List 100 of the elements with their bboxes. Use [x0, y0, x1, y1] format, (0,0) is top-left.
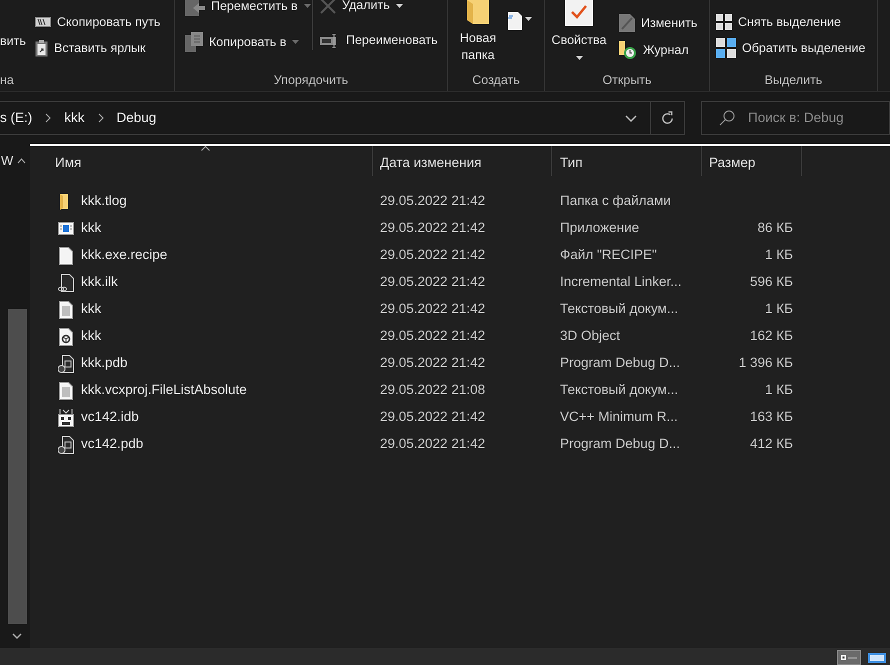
- ribbon-button[interactable]: Удалить: [320, 0, 438, 15]
- date-cell: 29.05.2022 21:42: [380, 301, 486, 316]
- size-cell-text: 1 КБ: [765, 246, 793, 264]
- group-label: Создать: [472, 72, 520, 89]
- column-header[interactable]: Тип: [552, 146, 702, 176]
- search-input[interactable]: Поиск в: Debug: [748, 108, 888, 128]
- close-icon: [320, 0, 336, 14]
- file-icon: [58, 246, 74, 264]
- group-label: Выделить: [764, 72, 822, 89]
- properties-button[interactable]: Свойства: [551, 0, 607, 70]
- type-cell: Текстовый докум...: [560, 301, 678, 316]
- file-name[interactable]: kkk: [81, 326, 102, 347]
- date-cell: 29.05.2022 21:42: [380, 409, 486, 424]
- date-cell: 29.05.2022 21:42: [380, 274, 486, 290]
- application-icon: [58, 220, 74, 238]
- size-cell-text: 1 396 КБ: [738, 354, 793, 372]
- type-cell: Program Debug D...: [560, 355, 680, 370]
- file-name[interactable]: kkk.vcxproj.FileListAbsolute: [81, 380, 247, 401]
- ribbon-button[interactable]: Переместить в: [185, 0, 312, 16]
- search-field[interactable]: Поиск в: Debug: [701, 101, 890, 135]
- size-cell-text: 162 КБ: [750, 327, 793, 346]
- grid-icon: [716, 38, 736, 58]
- chevron-right-icon: [98, 113, 104, 123]
- ribbon-button[interactable]: Копировать в: [185, 32, 312, 52]
- date-cell: 29.05.2022 21:08: [380, 382, 486, 398]
- ribbon-button[interactable]: Журнал: [619, 40, 698, 60]
- chevron-right-icon: [45, 113, 52, 123]
- document-icon: [508, 12, 522, 30]
- type-cell: Incremental Linker...: [560, 274, 682, 290]
- pencil-icon: [619, 14, 635, 32]
- breadcrumb[interactable]: s (E:): [0, 108, 32, 128]
- size-cell-text: 412 КБ: [750, 435, 793, 454]
- group-label: Упорядочить: [274, 72, 348, 89]
- list-icon: [841, 654, 857, 660]
- database-file-icon: [58, 354, 74, 372]
- column-header[interactable]: Дата изменения: [373, 146, 552, 176]
- file-name[interactable]: kkk.tlog: [81, 191, 127, 212]
- database-file-icon: [58, 408, 74, 426]
- tiles-view-button[interactable]: [865, 650, 889, 665]
- date-cell: 29.05.2022 21:42: [380, 328, 486, 344]
- ribbon-button[interactable]: Вставить ярлык: [35, 38, 160, 58]
- date-cell: 29.05.2022 21:42: [380, 220, 486, 236]
- folder-arrow-icon: [185, 0, 205, 16]
- scrollbar-thumb[interactable]: [8, 309, 27, 624]
- path-icon: [35, 17, 51, 27]
- type-cell: Файл "RECIPE": [560, 247, 657, 262]
- new-folder-button[interactable]: Новая папка: [456, 0, 500, 70]
- size-cell-text: 1 КБ: [765, 300, 793, 318]
- caret-up-icon[interactable]: [17, 158, 26, 164]
- type-cell: Приложение: [560, 220, 640, 236]
- grid-icon: [716, 14, 732, 30]
- file-name[interactable]: kkk: [81, 299, 102, 320]
- column-header[interactable]: Размер: [702, 146, 802, 176]
- clipboard-icon: [35, 40, 48, 56]
- type-cell: Папка с файлами: [560, 193, 671, 208]
- type-cell: 3D Object: [560, 328, 620, 344]
- date-cell: 29.05.2022 21:42: [380, 193, 486, 208]
- size-cell-text: 163 КБ: [750, 408, 793, 426]
- file-name[interactable]: kkk.exe.recipe: [81, 245, 168, 266]
- date-cell: 29.05.2022 21:42: [380, 355, 486, 370]
- size-cell-text: 1 КБ: [765, 381, 793, 400]
- database-file-icon: [58, 436, 74, 454]
- ribbon-button[interactable]: Переименовать: [320, 31, 438, 50]
- ribbon-button[interactable]: Скопировать путь: [35, 12, 160, 32]
- new-item-button[interactable]: [508, 12, 532, 30]
- type-cell: Program Debug D...: [560, 436, 680, 452]
- date-cell: 29.05.2022 21:42: [380, 436, 486, 452]
- text-file-icon: [58, 382, 74, 400]
- file-name[interactable]: vc142.pdb: [81, 434, 144, 455]
- breadcrumb[interactable]: Debug: [116, 108, 156, 128]
- address-bar[interactable]: s (E:) kkk Debug: [0, 101, 685, 135]
- cube-file-icon: [58, 328, 74, 346]
- file-name[interactable]: kkk.pdb: [81, 353, 128, 374]
- scroll-down-icon[interactable]: [12, 633, 22, 639]
- folder-icon: [467, 0, 489, 24]
- file-link-icon: [58, 274, 74, 292]
- type-cell: Текстовый докум...: [560, 382, 678, 398]
- ribbon-button[interactable]: Снять выделение: [716, 12, 877, 32]
- chevron-down-icon[interactable]: [625, 114, 637, 122]
- nav-pane-item[interactable]: W: [1, 151, 14, 171]
- ribbon-label[interactable]: вить: [0, 34, 26, 48]
- column-header[interactable]: Имя: [30, 146, 373, 176]
- type-cell: VC++ Minimum R...: [560, 409, 678, 424]
- search-icon: [719, 110, 735, 126]
- breadcrumb[interactable]: kkk: [64, 108, 84, 128]
- date-cell: 29.05.2022 21:42: [380, 247, 486, 262]
- file-name[interactable]: kkk: [81, 218, 102, 239]
- group-label: Открыть: [602, 72, 652, 89]
- folder-clock-icon: [619, 41, 637, 59]
- refresh-icon[interactable]: [660, 110, 675, 126]
- file-name[interactable]: kkk.ilk: [81, 272, 118, 293]
- text-file-icon: [58, 300, 74, 318]
- file-name[interactable]: vc142.idb: [81, 407, 139, 428]
- ribbon-button[interactable]: Обратить выделение: [716, 38, 877, 58]
- details-view-button[interactable]: [837, 650, 861, 665]
- copy-icon: [185, 32, 203, 52]
- size-cell-text: 596 КБ: [750, 273, 793, 292]
- tiles-icon: [868, 652, 886, 662]
- ribbon-button[interactable]: Изменить: [619, 13, 698, 33]
- size-cell-text: 86 КБ: [758, 219, 793, 238]
